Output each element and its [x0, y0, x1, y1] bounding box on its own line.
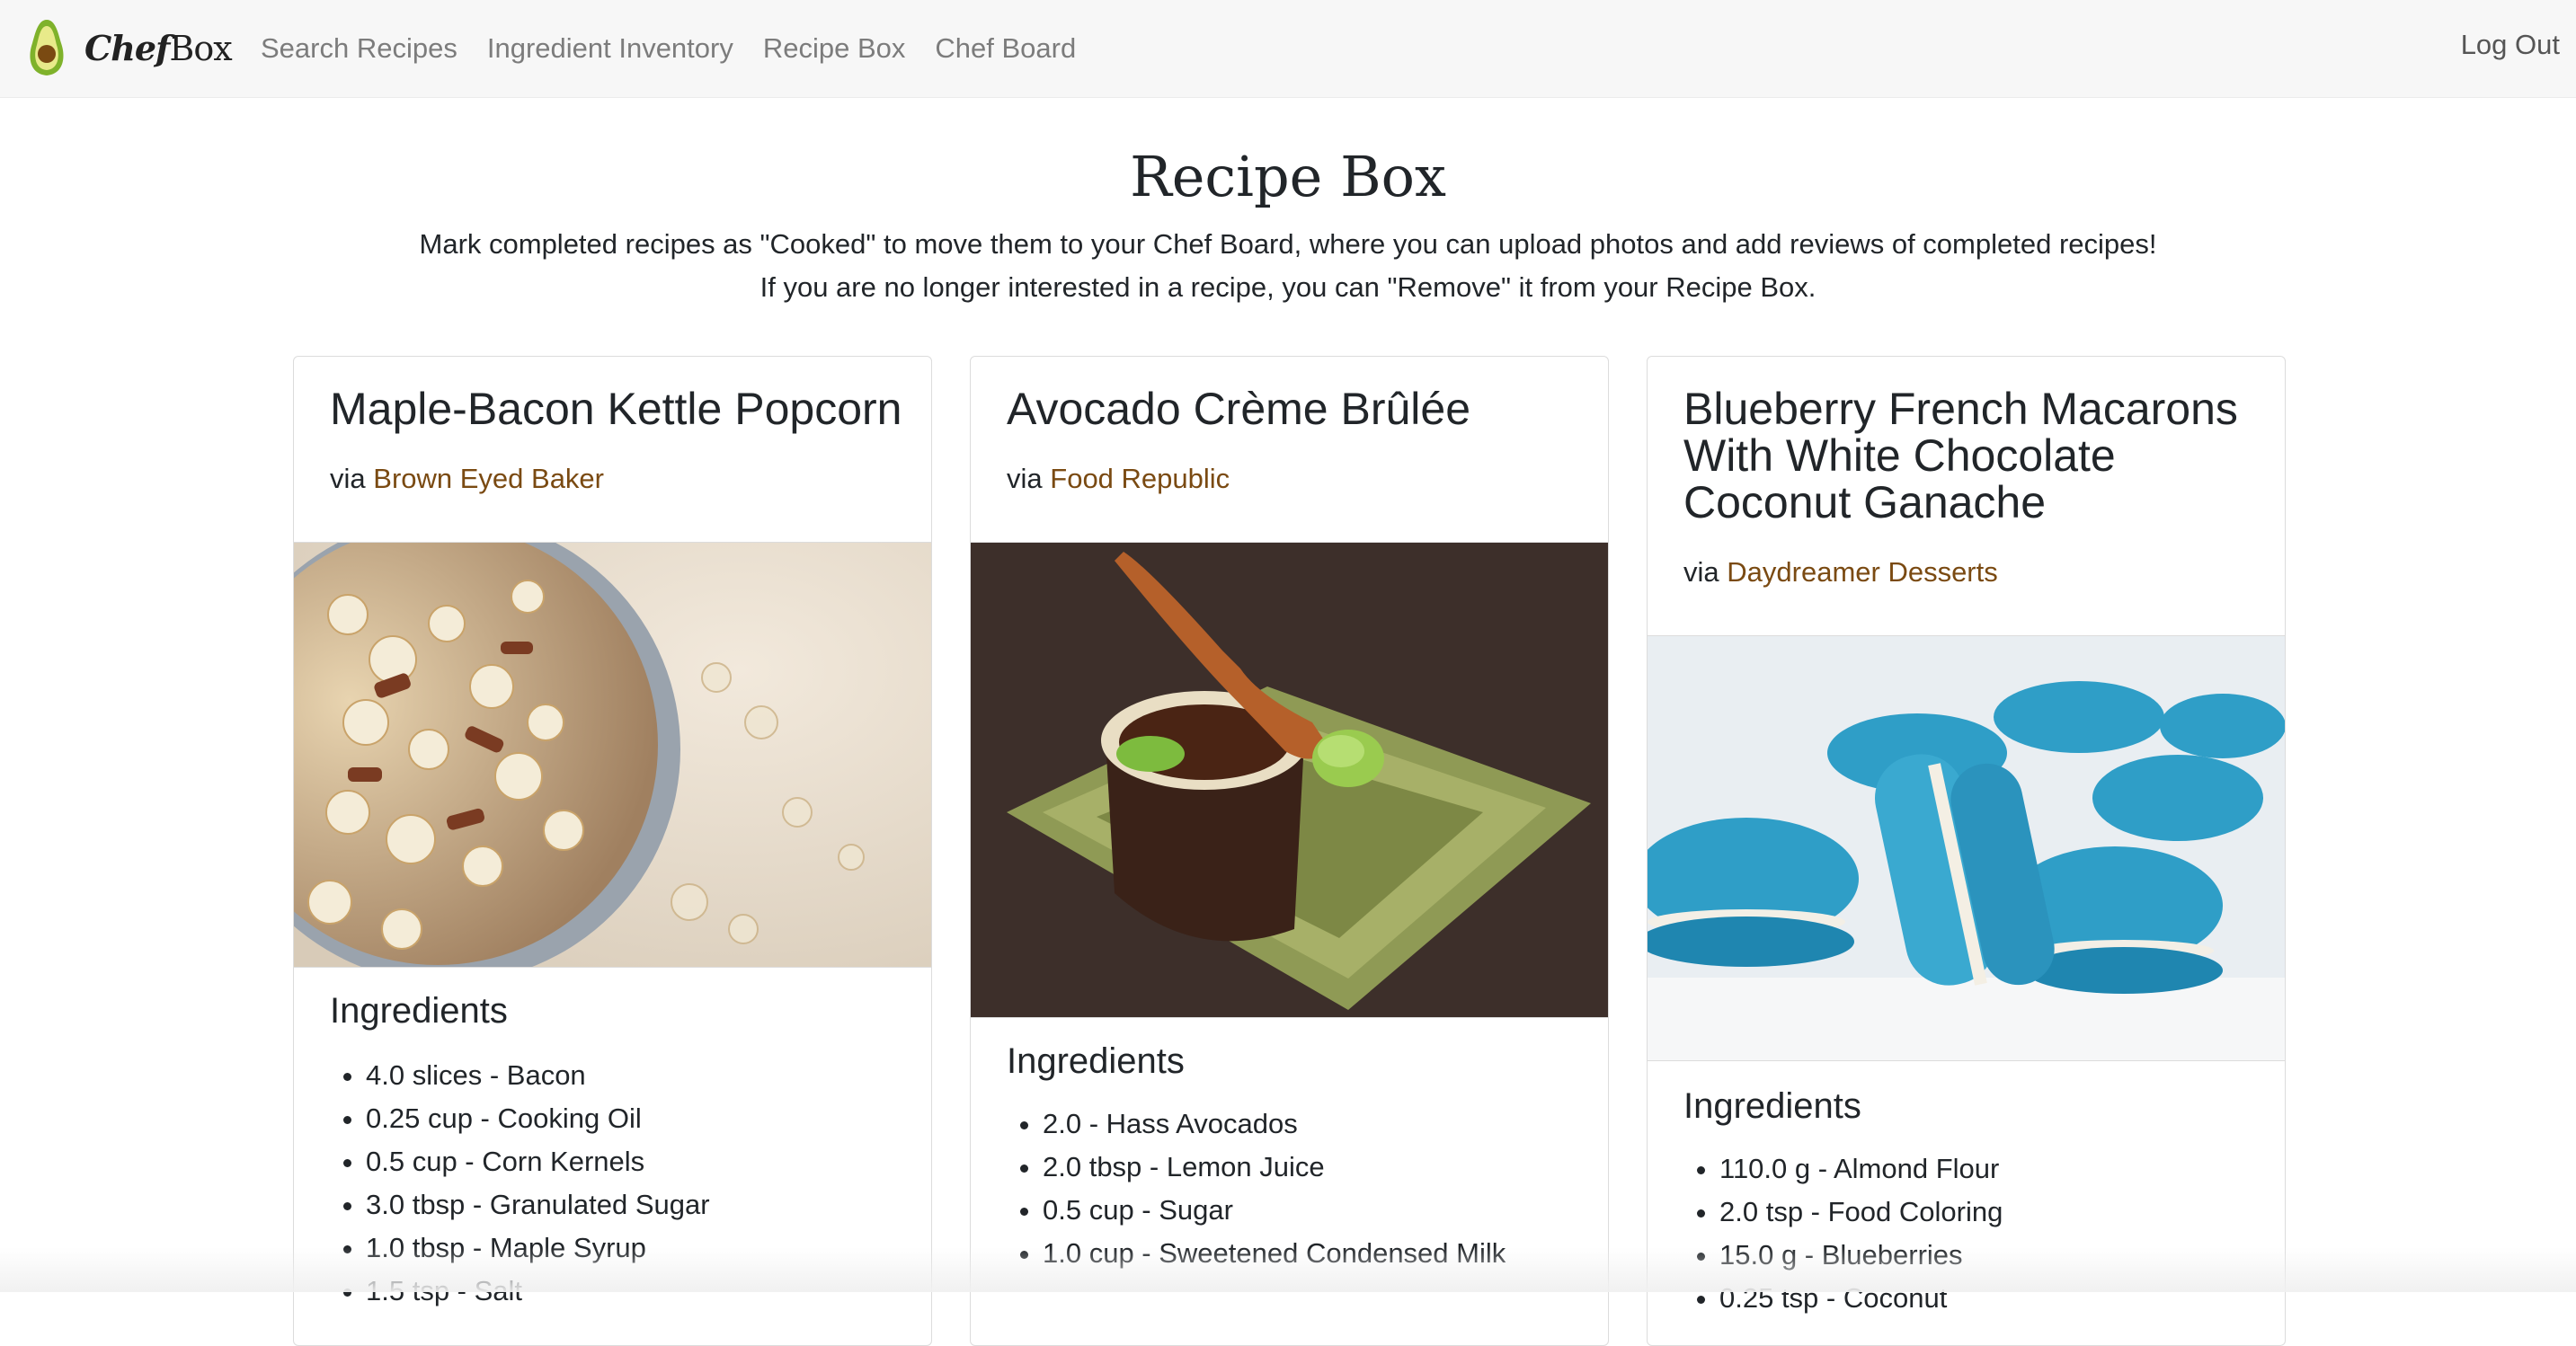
- recipe-image: [294, 542, 931, 968]
- recipe-title: Blueberry French Macarons With White Cho…: [1683, 384, 2238, 527]
- recipe-title: Avocado Crème Brûlée: [1007, 384, 1471, 434]
- avocado-logo-icon: [30, 20, 64, 75]
- nav-search-recipes[interactable]: Search Recipes: [261, 32, 457, 65]
- recipe-card: Maple-Bacon Kettle Popcorn via Brown Eye…: [293, 356, 932, 1346]
- list-item: 2.0 tbsp - Lemon Juice: [1043, 1146, 1506, 1189]
- list-item: 0.5 cup - Sugar: [1043, 1189, 1506, 1232]
- navbar: ChefBox Search Recipes Ingredient Invent…: [0, 0, 2576, 98]
- log-out-link[interactable]: Log Out: [2461, 0, 2560, 90]
- list-item: 0.25 cup - Cooking Oil: [366, 1097, 710, 1140]
- list-item: 0.5 cup - Corn Kernels: [366, 1140, 710, 1183]
- list-item: 4.0 slices - Bacon: [366, 1054, 710, 1097]
- nav-links: Search Recipes Ingredient Inventory Reci…: [261, 0, 1106, 97]
- ingredients-heading: Ingredients: [1007, 1041, 1185, 1081]
- page-title: Recipe Box: [1130, 144, 1446, 209]
- source-link[interactable]: Food Republic: [1050, 463, 1230, 494]
- brand[interactable]: ChefBox: [25, 18, 233, 77]
- recipe-source: via Daydreamer Desserts: [1683, 556, 1998, 588]
- list-item: 3.0 tbsp - Granulated Sugar: [366, 1183, 710, 1226]
- recipe-card: Blueberry French Macarons With White Cho…: [1647, 356, 2286, 1346]
- ingredients-heading: Ingredients: [1683, 1086, 1861, 1126]
- intro-text-line-2: If you are no longer interested in a rec…: [759, 271, 1817, 303]
- recipe-source: via Food Republic: [1007, 463, 1230, 494]
- recipe-image: [1648, 635, 2285, 1061]
- list-item: 2.0 - Hass Avocados: [1043, 1102, 1506, 1146]
- recipe-image: [971, 542, 1608, 1018]
- source-link[interactable]: Brown Eyed Baker: [373, 463, 604, 494]
- recipe-title: Maple-Bacon Kettle Popcorn: [330, 384, 902, 434]
- recipe-card: Avocado Crème Brûlée via Food Republic I…: [970, 356, 1609, 1346]
- recipe-source: via Brown Eyed Baker: [330, 463, 604, 494]
- nav-chef-board[interactable]: Chef Board: [935, 32, 1076, 65]
- ingredients-heading: Ingredients: [330, 991, 508, 1031]
- intro-text-line-1: Mark completed recipes as "Cooked" to mo…: [419, 228, 2157, 260]
- nav-ingredient-inventory[interactable]: Ingredient Inventory: [487, 32, 733, 65]
- scroll-fade: [0, 1247, 2576, 1292]
- source-link[interactable]: Daydreamer Desserts: [1727, 556, 1997, 588]
- list-item: 110.0 g - Almond Flour: [1719, 1147, 2003, 1191]
- nav-recipe-box[interactable]: Recipe Box: [763, 32, 906, 65]
- list-item: 2.0 tsp - Food Coloring: [1719, 1191, 2003, 1234]
- ingredients-list: 110.0 g - Almond Flour 2.0 tsp - Food Co…: [1683, 1147, 2003, 1320]
- brand-name: ChefBox: [84, 27, 233, 68]
